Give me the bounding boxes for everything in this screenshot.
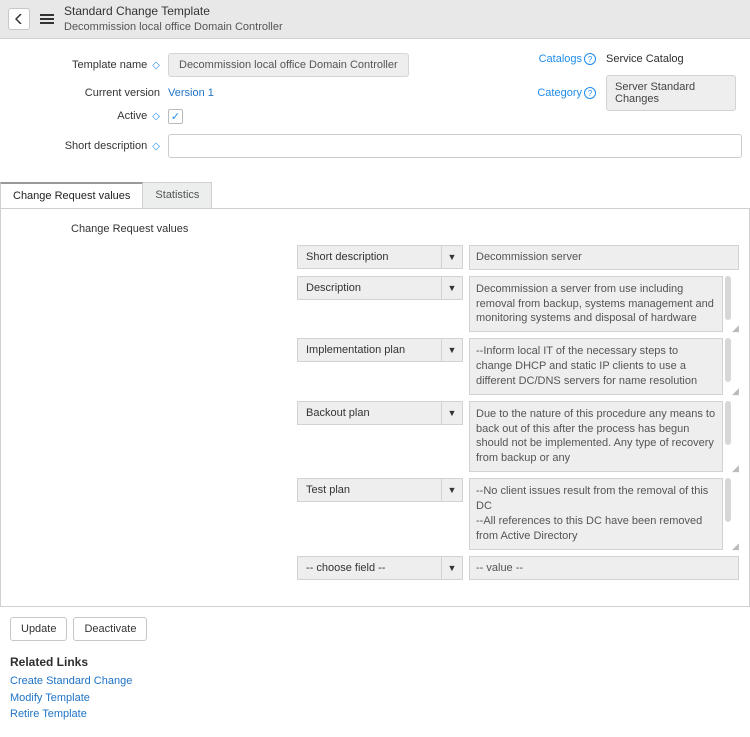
chevron-down-icon[interactable]: ▼	[441, 401, 463, 425]
indicator-icon: ◇	[152, 142, 160, 152]
update-button[interactable]: Update	[10, 617, 67, 641]
catalogs-link[interactable]: Catalogs?	[463, 53, 596, 65]
tab-statistics[interactable]: Statistics	[143, 182, 212, 208]
crv-field-value[interactable]: Decommission a server from use including…	[469, 276, 723, 333]
crv-row: Test plan▼--No client issues result from…	[11, 478, 739, 549]
chevron-down-icon[interactable]: ▼	[441, 276, 463, 300]
link-create-standard-change[interactable]: Create Standard Change	[10, 673, 740, 690]
page-subtitle: Decommission local office Domain Control…	[64, 20, 283, 34]
indicator-icon: ◇	[152, 61, 160, 71]
category-value[interactable]: Server Standard Changes	[606, 75, 736, 111]
label-short-description: Short description ◇	[8, 140, 168, 152]
label-template-name: Template name ◇	[8, 59, 168, 71]
page-title: Standard Change Template	[64, 4, 283, 20]
menu-icon[interactable]	[38, 10, 56, 28]
resize-handle[interactable]: ◢	[731, 387, 739, 395]
crv-field-value[interactable]: --Inform local IT of the necessary steps…	[469, 338, 723, 395]
form-area: Template name ◇ Decommission local offic…	[0, 39, 750, 176]
catalogs-value: Service Catalog	[606, 53, 736, 65]
crv-field-value[interactable]: -- value --	[469, 556, 739, 581]
scrollbar[interactable]	[725, 478, 731, 522]
label-current-version: Current version	[8, 87, 168, 99]
top-bar: Standard Change Template Decommission lo…	[0, 0, 750, 39]
link-retire-template[interactable]: Retire Template	[10, 706, 740, 723]
footer-buttons: Update Deactivate	[0, 607, 750, 651]
crv-field-value[interactable]: Due to the nature of this procedure any …	[469, 401, 723, 472]
crv-field-name[interactable]: Test plan	[297, 478, 441, 502]
category-link[interactable]: Category?	[463, 87, 596, 99]
chevron-down-icon[interactable]: ▼	[441, 556, 463, 580]
help-icon[interactable]: ?	[584, 87, 596, 99]
resize-handle[interactable]: ◢	[731, 464, 739, 472]
tab-change-request-values[interactable]: Change Request values	[0, 182, 143, 208]
resize-handle[interactable]: ◢	[731, 324, 739, 332]
crv-field-name[interactable]: Description	[297, 276, 441, 300]
chevron-down-icon[interactable]: ▼	[441, 245, 463, 269]
label-active: Active ◇	[8, 110, 168, 122]
crv-row: Description▼Decommission a server from u…	[11, 276, 739, 333]
related-links: Related Links Create Standard Change Mod…	[0, 651, 750, 737]
indicator-icon: ◇	[152, 112, 160, 122]
scrollbar[interactable]	[725, 338, 731, 382]
title-block: Standard Change Template Decommission lo…	[64, 4, 283, 34]
crv-row: -- choose field --▼-- value --	[11, 556, 739, 581]
scrollbar[interactable]	[725, 401, 731, 445]
link-modify-template[interactable]: Modify Template	[10, 690, 740, 707]
crv-row: Implementation plan▼--Inform local IT of…	[11, 338, 739, 395]
scrollbar[interactable]	[725, 276, 731, 320]
crv-field-name[interactable]: -- choose field --	[297, 556, 441, 580]
chevron-down-icon[interactable]: ▼	[441, 338, 463, 362]
crv-field-name[interactable]: Backout plan	[297, 401, 441, 425]
tab-panel: Change Request values Short description▼…	[0, 209, 750, 608]
tabs: Change Request values Statistics	[0, 182, 750, 209]
help-icon[interactable]: ?	[584, 53, 596, 65]
active-checkbox[interactable]: ✓	[168, 109, 183, 124]
crv-row: Short description▼Decommission server	[11, 245, 739, 270]
back-button[interactable]	[8, 8, 30, 30]
deactivate-button[interactable]: Deactivate	[73, 617, 147, 641]
current-version-link[interactable]: Version 1	[168, 87, 214, 99]
crv-field-name[interactable]: Short description	[297, 245, 441, 269]
crv-section-label: Change Request values	[11, 223, 211, 235]
resize-handle[interactable]: ◢	[731, 542, 739, 550]
template-name-value: Decommission local office Domain Control…	[168, 53, 409, 77]
crv-field-value[interactable]: Decommission server	[469, 245, 739, 270]
chevron-down-icon[interactable]: ▼	[441, 478, 463, 502]
crv-field-value[interactable]: --No client issues result from the remov…	[469, 478, 723, 549]
short-description-input[interactable]	[168, 134, 742, 158]
crv-row: Backout plan▼Due to the nature of this p…	[11, 401, 739, 472]
crv-field-name[interactable]: Implementation plan	[297, 338, 441, 362]
related-heading: Related Links	[10, 655, 740, 669]
